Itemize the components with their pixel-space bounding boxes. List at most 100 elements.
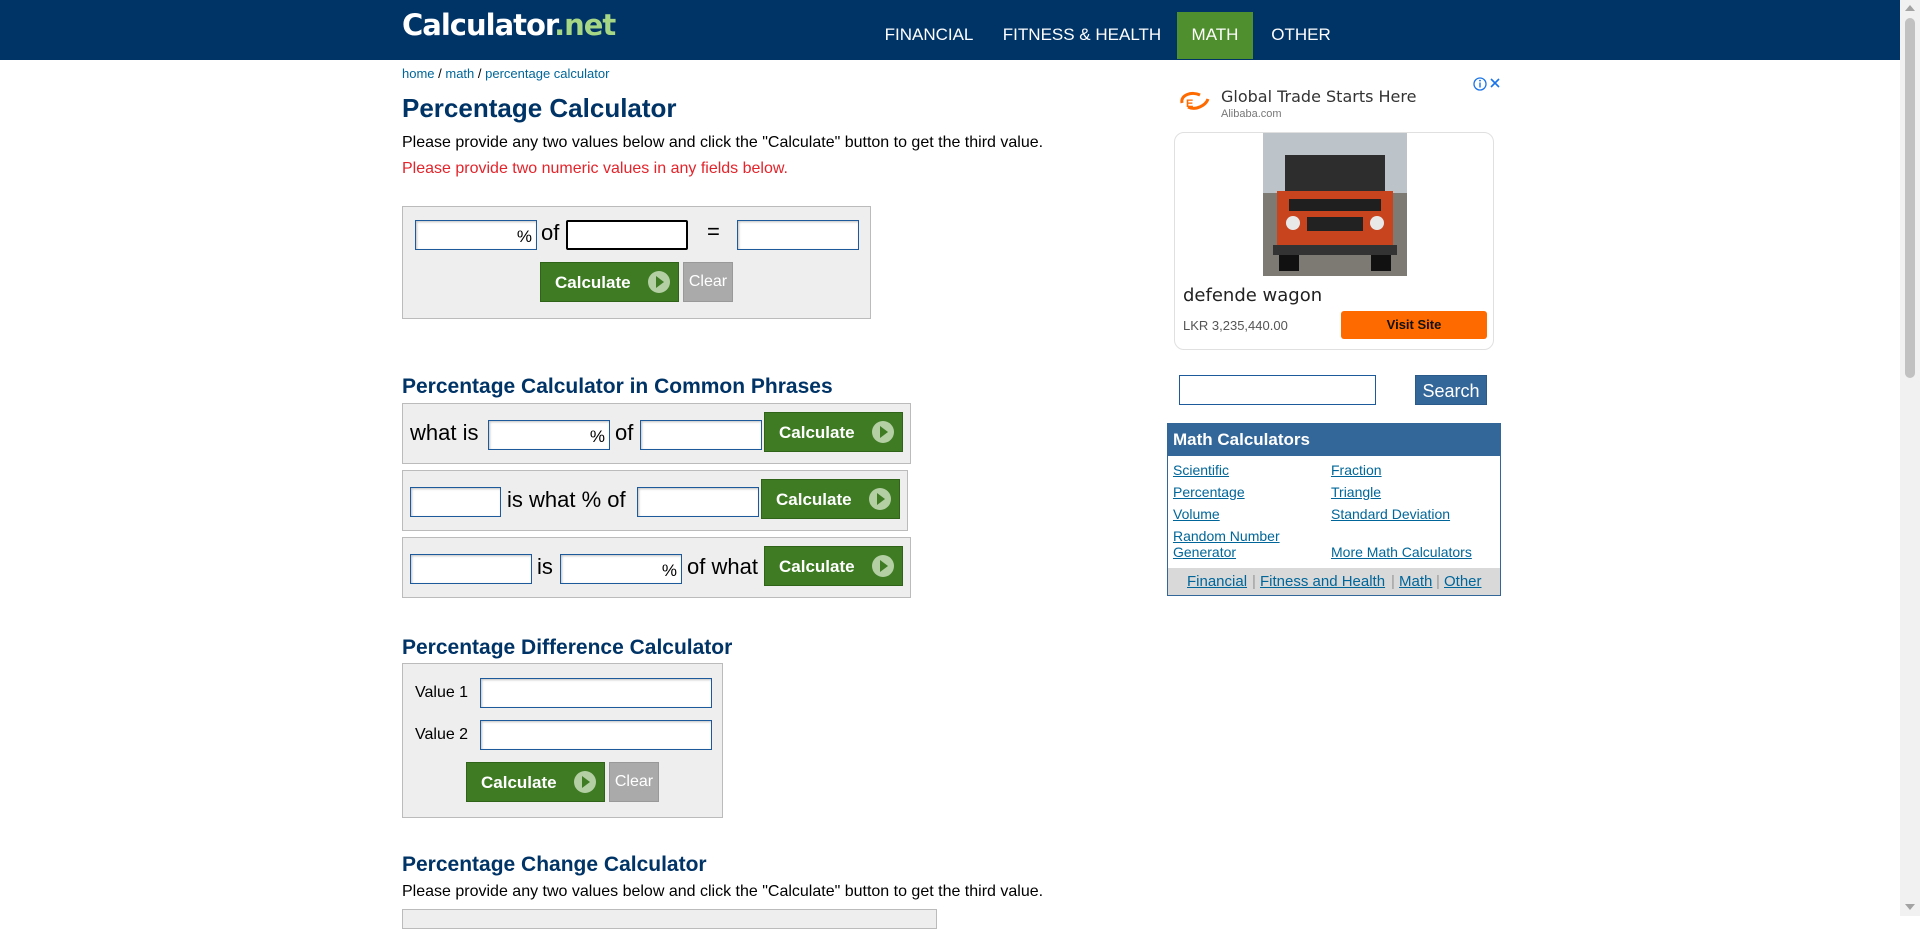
phrase1-value-input[interactable]	[640, 420, 762, 450]
nav-math[interactable]: MATH	[1177, 12, 1253, 59]
footer-link-financial[interactable]: Financial	[1187, 573, 1247, 590]
what-is-label: what is	[410, 420, 479, 445]
difference-section-title: Percentage Difference Calculator	[402, 636, 733, 659]
site-search-input[interactable]	[1179, 375, 1376, 405]
search-button[interactable]: Search	[1415, 375, 1487, 405]
play-arrow-icon	[872, 555, 894, 577]
scroll-down-icon[interactable]	[1905, 904, 1915, 910]
calculate-button-label: Calculate	[481, 773, 557, 792]
link-more-math-calculators[interactable]: More Math Calculators	[1331, 544, 1472, 560]
link-standard-deviation[interactable]: Standard Deviation	[1331, 506, 1450, 522]
play-arrow-icon	[574, 771, 596, 793]
phrase3-calculate-button[interactable]: Calculate	[764, 546, 903, 586]
value1-label: Value 1	[415, 684, 469, 701]
logo-net-text: .net	[554, 8, 616, 42]
equals-label: =	[707, 219, 720, 244]
breadcrumb-current[interactable]: percentage calculator	[485, 66, 609, 81]
scroll-up-icon[interactable]	[1905, 5, 1915, 11]
link-percentage[interactable]: Percentage	[1173, 484, 1245, 500]
ad-site-text: Alibaba.com	[1221, 108, 1282, 120]
ad-product-price: LKR 3,235,440.00	[1183, 318, 1288, 333]
play-arrow-icon	[872, 421, 894, 443]
footer-link-fitness-health[interactable]: Fitness and Health	[1260, 573, 1385, 590]
percent-sign: %	[661, 561, 677, 580]
phrase1-calculate-button[interactable]: Calculate	[764, 412, 903, 452]
phrase2-calculate-button[interactable]: Calculate	[761, 479, 900, 519]
play-arrow-icon	[869, 488, 891, 510]
calculate-button[interactable]: Calculate	[540, 262, 679, 302]
breadcrumb: home / math / percentage calculator	[402, 66, 609, 81]
change-section-title: Percentage Change Calculator	[402, 853, 707, 876]
phrase-row-of-what: is % of what Calculate	[402, 537, 911, 598]
math-calculators-box: Math Calculators Scientific Fraction Per…	[1167, 423, 1501, 596]
is-what-percent-of-label: is what % of	[507, 487, 626, 512]
phrase3-percent-input[interactable]: %	[560, 554, 682, 584]
link-random-number-generator[interactable]: Generator	[1173, 544, 1236, 560]
breadcrumb-home[interactable]: home	[402, 66, 435, 81]
link-volume[interactable]: Volume	[1173, 506, 1220, 522]
phrase2-whole-input[interactable]	[637, 487, 759, 517]
link-random-number[interactable]: Random Number	[1173, 528, 1280, 544]
value1-input[interactable]	[480, 678, 712, 708]
value2-label: Value 2	[415, 726, 469, 743]
math-calculators-title: Math Calculators	[1168, 424, 1500, 456]
phrase3-part-input[interactable]	[410, 554, 532, 584]
phrase1-percent-input[interactable]: %	[488, 420, 610, 450]
footer-separator: |	[1391, 573, 1395, 590]
logo-text: Calculator	[402, 8, 555, 42]
breadcrumb-math[interactable]: math	[445, 66, 474, 81]
difference-calculate-button[interactable]: Calculate	[466, 762, 605, 802]
percent-sign: %	[589, 427, 605, 446]
change-intro-text: Please provide any two values below and …	[402, 883, 1044, 900]
page-title: Percentage Calculator	[402, 93, 677, 123]
of-what-label: of what	[687, 554, 758, 579]
alibaba-logo-icon: E	[1180, 91, 1210, 110]
phrase-row-what-is: what is % of Calculate	[402, 403, 911, 464]
percentage-calculator-panel: % of = Calculate Clear	[402, 206, 871, 319]
error-message: Please provide two numeric values in any…	[402, 160, 788, 177]
difference-calculator-panel: Value 1 Value 2 Calculate Clear	[402, 663, 723, 818]
link-fraction[interactable]: Fraction	[1331, 462, 1382, 478]
link-triangle[interactable]: Triangle	[1331, 484, 1381, 500]
math-box-footer: Financial | Fitness and Health | Math | …	[1168, 568, 1500, 595]
calculate-button-label: Calculate	[555, 273, 631, 292]
nav-other[interactable]: OTHER	[1263, 12, 1339, 59]
ad-product-image	[1263, 133, 1407, 276]
breadcrumb-separator: /	[474, 66, 486, 81]
footer-link-other[interactable]: Other	[1444, 573, 1482, 590]
calculate-button-label: Calculate	[779, 557, 855, 576]
change-calculator-panel	[402, 909, 937, 929]
ad-close-icon[interactable]	[1472, 76, 1504, 92]
nav-fitness-health[interactable]: FITNESS & HEALTH	[997, 12, 1167, 59]
calculate-button-label: Calculate	[779, 423, 855, 442]
clear-button[interactable]: Clear	[683, 262, 733, 302]
percent-input[interactable]: %	[415, 220, 537, 250]
difference-clear-button[interactable]: Clear	[609, 762, 659, 802]
page-scrollbar[interactable]	[1900, 0, 1920, 916]
intro-text: Please provide any two values below and …	[402, 134, 1044, 151]
play-arrow-icon	[648, 271, 670, 293]
phrase2-part-input[interactable]	[410, 487, 501, 517]
nav-financial[interactable]: FINANCIAL	[875, 12, 983, 59]
svg-text:E: E	[1186, 98, 1193, 110]
of-label: of	[615, 420, 634, 445]
result-input[interactable]	[737, 220, 859, 250]
ad-brand-text: Global Trade Starts Here	[1221, 87, 1417, 106]
breadcrumb-separator: /	[434, 66, 446, 81]
is-label: is	[537, 554, 553, 579]
base-value-input[interactable]	[566, 220, 688, 250]
advertisement[interactable]: E Global Trade Starts Here Alibaba.com d…	[1168, 72, 1504, 352]
site-logo[interactable]: Calculator.net	[402, 8, 616, 42]
phrases-section-title: Percentage Calculator in Common Phrases	[402, 375, 833, 398]
link-scientific[interactable]: Scientific	[1173, 462, 1229, 478]
percent-sign: %	[516, 227, 532, 246]
calculate-button-label: Calculate	[776, 490, 852, 509]
value2-input[interactable]	[480, 720, 712, 750]
ad-product-title: defende wagon	[1183, 285, 1323, 306]
footer-separator: |	[1252, 573, 1256, 590]
ad-product-card[interactable]: defende wagon LKR 3,235,440.00 Visit Sit…	[1174, 132, 1494, 350]
scrollbar-thumb[interactable]	[1905, 18, 1915, 378]
of-label: of	[541, 220, 560, 245]
footer-link-math[interactable]: Math	[1399, 573, 1432, 590]
ad-visit-site-button[interactable]: Visit Site	[1341, 311, 1487, 339]
